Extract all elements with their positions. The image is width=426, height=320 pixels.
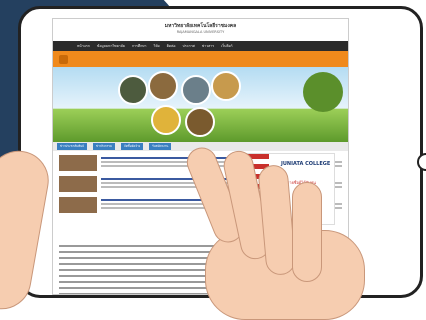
topnav-item[interactable]: ติดต่อ	[167, 43, 176, 49]
finger	[292, 182, 322, 282]
topnav-item[interactable]: ข่าวสาร	[202, 43, 214, 49]
topnav-item[interactable]: วิจัย	[154, 43, 160, 49]
news-thumbnail	[59, 197, 97, 213]
topnav-item[interactable]: การศึกษา	[132, 43, 147, 49]
banner-photo	[185, 107, 215, 137]
topnav-item[interactable]: ประกาศ	[183, 43, 195, 49]
tree-graphic	[303, 72, 343, 112]
site-title: มหาวิทยาลัยเทคโนโลยีราชมงคล	[164, 23, 237, 29]
site-header: มหาวิทยาลัยเทคโนโลยีราชมงคล RAJAMANGALA …	[53, 19, 348, 41]
news-tab[interactable]: จัดซื้อจัดจ้าง	[120, 143, 144, 150]
news-tab[interactable]: รับสมัครงาน	[149, 143, 172, 150]
topnav-item[interactable]: ข้อมูลมหาวิทยาลัย	[97, 43, 125, 49]
news-tab[interactable]: ข่าวกิจกรรม	[92, 143, 115, 150]
news-thumbnail	[59, 176, 97, 192]
home-icon[interactable]	[59, 54, 68, 64]
top-navigation: หน้าแรก ข้อมูลมหาวิทยาลัย การศึกษา วิจัย…	[53, 41, 348, 51]
banner-photo	[181, 75, 211, 105]
banner-photo	[211, 71, 241, 101]
site-subtitle: RAJAMANGALA UNIVERSITY	[176, 30, 225, 34]
banner-photo	[148, 71, 178, 101]
main-menu-bar	[53, 51, 348, 67]
banner-photo	[118, 75, 148, 105]
hero-banner	[53, 67, 348, 142]
home-button[interactable]	[417, 153, 426, 171]
news-thumbnail	[59, 155, 97, 171]
banner-photo	[151, 105, 181, 135]
topnav-item[interactable]: เว็บลิงก์	[221, 43, 232, 49]
topnav-item[interactable]: หน้าแรก	[77, 43, 90, 49]
ad-brand: JUNIATA COLLEGE	[281, 161, 331, 167]
news-tab[interactable]: ข่าวประชาสัมพันธ์	[57, 143, 87, 150]
